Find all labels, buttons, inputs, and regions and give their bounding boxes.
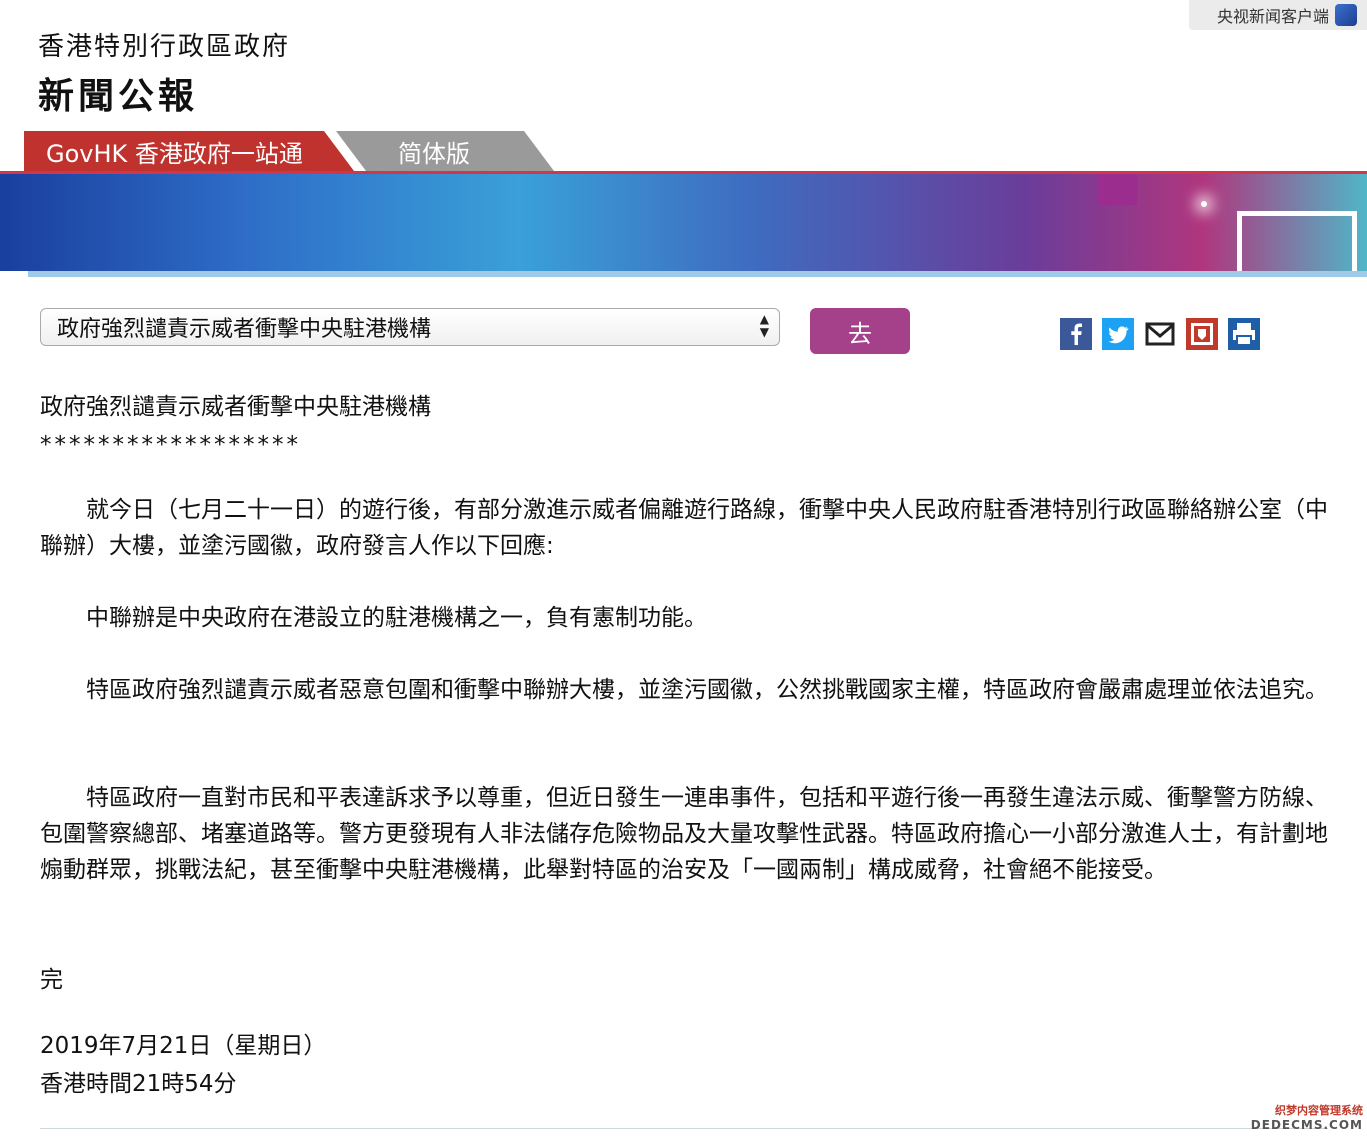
article-paragraph: 就今日（七月二十一日）的遊行後，有部分激進示威者偏離遊行路線，衝擊中央人民政府駐… [40,497,1328,559]
watermark-top: 央视新闻客户端 [1189,0,1367,30]
select-arrows-icon: ▲ ▼ [759,312,769,339]
article-time: 香港時間21時54分 [40,1071,237,1097]
banner-strip [28,271,1367,277]
banner-sparkle [1201,201,1207,207]
article-paragraph: 中聯辦是中央政府在港設立的駐港機構之一，負有憲制功能。 [86,605,707,631]
facebook-icon[interactable] [1060,318,1092,350]
select-value: 政府強烈譴責示威者衝擊中央駐港機構 [57,317,432,342]
watermark-line2: DEDECMS.COM [1250,1118,1363,1132]
site-title: 香港特別行政區政府 [38,32,291,62]
article-date: 2019年7月21日（星期日） [40,1033,327,1059]
banner-frame-decoration [1237,211,1357,271]
watermark-text: 央视新闻客户端 [1216,7,1329,26]
twitter-icon[interactable] [1102,318,1134,350]
top-tabs: GovHK 香港政府一站通 简体版 [24,131,554,171]
go-button[interactable]: 去 [810,308,910,354]
tab-govhk[interactable]: GovHK 香港政府一站通 [24,131,354,171]
print-icon[interactable] [1228,318,1260,350]
site-header: 香港特別行政區政府 新聞公報 [38,26,290,119]
bottom-divider [40,1128,1328,1129]
article-paragraph: 特區政府一直對市民和平表達訴求予以尊重，但近日發生一連串事件，包括和平遊行後一再… [40,785,1328,883]
email-icon[interactable] [1144,318,1176,350]
watermark-line1: 织梦内容管理系统 [1275,1104,1363,1117]
article: 政府強烈譴責示威者衝擊中央駐港機構 ****************** 就今日… [40,388,1328,1097]
press-release-select[interactable]: 政府強烈譴責示威者衝擊中央駐港機構 ▲ ▼ [40,308,780,346]
cctv-news-logo-icon [1335,4,1357,26]
toolbar: 政府強烈譴責示威者衝擊中央駐港機構 ▲ ▼ 去 [40,308,1330,358]
bookmark-icon[interactable] [1186,318,1218,350]
article-paragraph: 特區政府強烈譴責示威者惡意包圍和衝擊中聯辦大樓，並塗污國徽，公然挑戰國家主權，特… [86,677,1328,703]
watermark-bottom: 织梦内容管理系统 DEDECMS.COM [1251,1104,1363,1132]
share-icons [1060,318,1260,350]
site-subtitle: 新聞公報 [38,76,199,117]
banner-decoration [1097,171,1137,205]
tab-simplified[interactable]: 简体版 [336,131,554,171]
article-end-mark: 完 [40,967,63,993]
article-stars-divider: ****************** [40,432,301,458]
article-headline: 政府強烈譴責示威者衝擊中央駐港機構 [40,394,431,420]
header-banner [0,171,1367,271]
